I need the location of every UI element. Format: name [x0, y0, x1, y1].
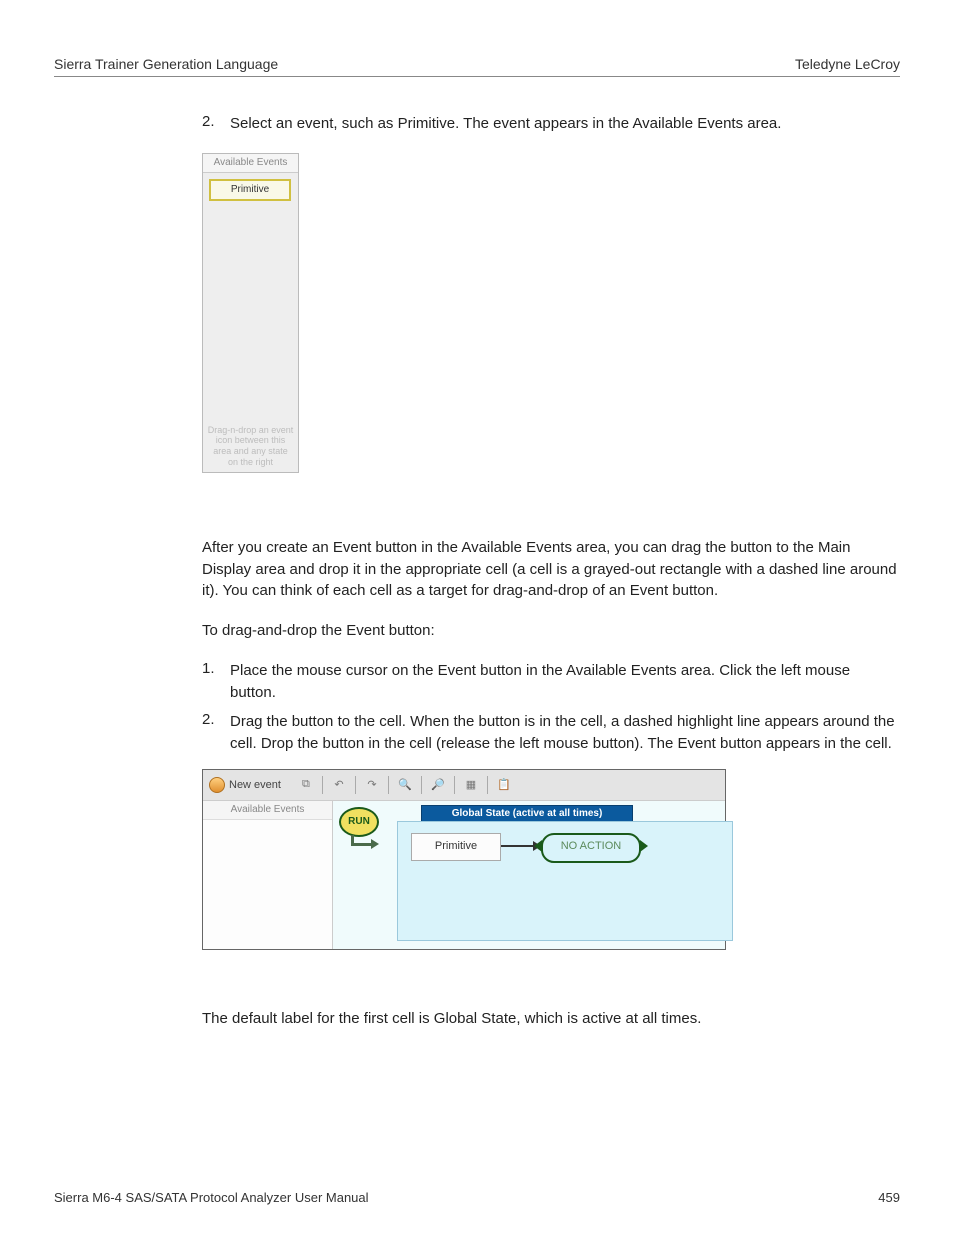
- redo-icon[interactable]: ↷: [363, 776, 381, 794]
- to-drag-intro: To drag-and-drop the Event button:: [202, 620, 900, 642]
- copy-icon[interactable]: ⧉: [297, 776, 315, 794]
- drag-hint: Drag-n-drop an event icon between this a…: [207, 425, 294, 468]
- step-text: Drag the button to the cell. When the bu…: [230, 711, 900, 755]
- primitive-cell[interactable]: Primitive: [411, 833, 501, 861]
- grid-icon[interactable]: ▦: [462, 776, 480, 794]
- connector-line: [501, 845, 537, 847]
- step-text: Select an event, such as Primitive. The …: [230, 113, 900, 135]
- zoom-out-icon[interactable]: 🔎: [429, 776, 447, 794]
- step-text: Place the mouse cursor on the Event butt…: [230, 660, 900, 704]
- run-badge[interactable]: RUN: [339, 807, 379, 837]
- step-2: 2. Select an event, such as Primitive. T…: [202, 113, 900, 135]
- drag-step-1: 1. Place the mouse cursor on the Event b…: [202, 660, 900, 704]
- after-paragraph: After you create an Event button in the …: [202, 537, 900, 602]
- separator: [487, 776, 488, 794]
- paste-icon[interactable]: 📋: [495, 776, 513, 794]
- step-number: 2.: [202, 113, 230, 135]
- separator: [355, 776, 356, 794]
- available-events-side: Available Events: [203, 801, 333, 949]
- state-canvas[interactable]: RUN Global State (active at all times) P…: [333, 801, 725, 949]
- undo-icon[interactable]: ↶: [330, 776, 348, 794]
- step-number: 1.: [202, 660, 230, 704]
- primitive-event-button[interactable]: Primitive: [209, 179, 291, 201]
- header-left: Sierra Trainer Generation Language: [54, 56, 278, 72]
- side-title: Available Events: [203, 801, 332, 820]
- new-event-icon[interactable]: [209, 777, 225, 793]
- separator: [322, 776, 323, 794]
- separator: [421, 776, 422, 794]
- available-events-panel: Available Events Primitive Drag-n-drop a…: [202, 153, 299, 473]
- new-event-label[interactable]: New event: [229, 779, 281, 791]
- drag-step-2: 2. Drag the button to the cell. When the…: [202, 711, 900, 755]
- editor-body: Available Events RUN Global State (activ…: [203, 800, 725, 949]
- zoom-in-icon[interactable]: 🔍: [396, 776, 414, 794]
- toolbar: New event ⧉ ↶ ↷ 🔍 🔎 ▦ 📋: [203, 770, 725, 800]
- panel-body: Primitive Drag-n-drop an event icon betw…: [203, 173, 298, 472]
- page-number: 459: [878, 1190, 900, 1205]
- run-arrow-icon: [343, 835, 379, 849]
- header-right: Teledyne LeCroy: [795, 56, 900, 72]
- editor-panel: New event ⧉ ↶ ↷ 🔍 🔎 ▦ 📋 Available Events: [202, 769, 726, 950]
- page-header: Sierra Trainer Generation Language Teled…: [54, 56, 900, 77]
- default-label-text: The default label for the first cell is …: [202, 1008, 900, 1030]
- global-state-header: Global State (active at all times): [421, 805, 633, 822]
- panel-title: Available Events: [203, 154, 298, 173]
- page-footer: Sierra M6-4 SAS/SATA Protocol Analyzer U…: [54, 1190, 900, 1205]
- footer-left: Sierra M6-4 SAS/SATA Protocol Analyzer U…: [54, 1190, 369, 1205]
- separator: [388, 776, 389, 794]
- separator: [454, 776, 455, 794]
- no-action-cell[interactable]: NO ACTION: [541, 833, 641, 863]
- step-number: 2.: [202, 711, 230, 755]
